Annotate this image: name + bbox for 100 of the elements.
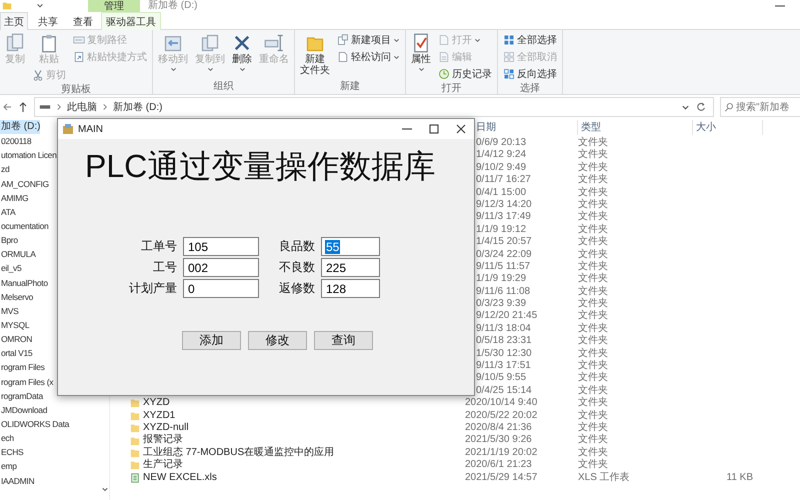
nav-item[interactable]: MVS (0, 304, 19, 318)
nav-item[interactable]: ech (0, 431, 14, 446)
file-name[interactable]: XYZD (143, 397, 170, 410)
input-field[interactable]: 105 (183, 237, 259, 256)
page-icon (438, 34, 450, 46)
action-button[interactable]: 添加 (182, 331, 241, 350)
ribbon-tab[interactable]: 主页 (0, 12, 28, 30)
folder-icon (130, 423, 140, 434)
nav-item[interactable]: ATA (0, 204, 16, 219)
caret-icon (393, 54, 400, 60)
nav-item[interactable]: AM_CONFIG (0, 176, 49, 191)
date-cell-text: 1/1/9 19:12 (475, 224, 528, 236)
file-name[interactable]: XYZD1 (143, 410, 176, 422)
field-label: 工单号 (140, 238, 177, 255)
nav-item[interactable]: 0200118 (0, 134, 32, 148)
stacked-pages-icon (200, 33, 220, 53)
column-header[interactable]: 类型 (578, 120, 693, 135)
date-cell-text: 1/1/9 19:29 (475, 273, 528, 286)
up-icon[interactable] (18, 100, 28, 112)
ribbon-button[interactable]: 全部选择 (501, 32, 559, 48)
nav-item[interactable]: rogram Files (0, 360, 45, 375)
nav-item[interactable]: Melservo (0, 290, 34, 304)
input-field[interactable]: 128 (321, 279, 380, 298)
nav-item[interactable]: AMIMG (0, 190, 28, 205)
dialog-heading: PLC通过变量操作数据库 (85, 148, 436, 184)
nav-item[interactable]: eil_v5 (0, 261, 22, 276)
input-field[interactable]: 225 (321, 258, 380, 277)
folder-icon (130, 448, 140, 458)
input-field[interactable]: 0 (183, 279, 259, 298)
new-item-icon (337, 34, 349, 46)
type-cell-text: 文件夹 (578, 372, 609, 384)
nav-item[interactable]: rogram Files (x (0, 374, 54, 389)
close-icon[interactable] (456, 124, 466, 134)
column-header[interactable]: 大小 (693, 120, 763, 135)
maximize-icon[interactable] (429, 124, 439, 134)
input-field[interactable]: 002 (183, 258, 259, 277)
caret-icon (238, 66, 246, 72)
address-bar[interactable]: 此电脑 新加卷 (D:) (34, 96, 714, 116)
input-field[interactable]: 55 (321, 237, 380, 256)
file-name[interactable]: 生产记录 (143, 459, 183, 472)
nav-item[interactable]: IAADMIN (0, 474, 34, 488)
date-cell-text: 0/11/7 16:27 (475, 174, 532, 187)
ribbon-button[interactable]: 历史记录 (436, 66, 494, 82)
type-cell-text: 文件夹 (578, 260, 609, 272)
nav-item[interactable]: ORMULA (0, 247, 36, 262)
nav-item[interactable]: rogramData (0, 388, 43, 403)
nav-item[interactable]: JMDownload (0, 402, 48, 417)
file-name[interactable]: 报警记录 (143, 434, 183, 447)
invert-selection-icon (503, 68, 515, 80)
action-button[interactable]: 查询 (314, 331, 373, 350)
ribbon-button[interactable]: 新建项目 (335, 32, 402, 48)
nav-item[interactable]: OLIDWORKS Data (0, 416, 70, 432)
file-name[interactable]: NEW EXCEL.xls (143, 472, 217, 484)
date-cell-text: 0/3/24 22:09 (475, 248, 533, 261)
type-cell-text: 文件夹 (578, 162, 609, 174)
type-cell-text: 文件夹 (578, 310, 609, 322)
date-cell-text: 2021/5/30 9:26 (465, 434, 533, 447)
field-label: 返修数 (278, 280, 315, 297)
ribbon-button[interactable]: 新建文件夹 (298, 32, 332, 77)
caret-icon (206, 66, 214, 72)
back-icon[interactable] (2, 100, 12, 112)
date-cell-text: 1/4/15 20:57 (475, 236, 533, 249)
nav-item[interactable]: OMRON (0, 332, 32, 346)
nav-item[interactable]: Bpro (0, 233, 18, 248)
chevron-icon (56, 102, 62, 110)
date-cell-text: 0/5/18 23:31 (475, 335, 533, 348)
group-label: 组织 (212, 80, 234, 94)
nav-item[interactable]: zd (0, 162, 10, 177)
nav-item[interactable]: utomation Licen (0, 148, 57, 162)
nav-item[interactable]: ocumentation (0, 218, 48, 234)
nav-item[interactable]: MYSQL (0, 318, 30, 332)
context-tab[interactable]: 管理 (88, 0, 140, 12)
nav-item[interactable]: ManualPhoto (0, 276, 48, 290)
ribbon-button[interactable]: 删除 (230, 32, 254, 73)
field-label: 工号 (152, 259, 177, 276)
nav-item[interactable]: ortal V15 (0, 346, 32, 360)
nav-item[interactable]: 加卷 (D:) (0, 120, 40, 134)
ribbon-button[interactable]: 轻松访问 (335, 49, 402, 65)
file-name[interactable]: 工业组态 77-MODBUS在暖通监控中的应用 (143, 446, 334, 460)
breadcrumb[interactable]: 此电脑 (67, 100, 97, 114)
checklist-icon (411, 33, 431, 53)
date-cell-text: 1/5/30 12:30 (475, 348, 533, 360)
ribbon-tab[interactable]: 驱动器工具 (101, 12, 161, 30)
ribbon-button[interactable]: 反向选择 (501, 66, 559, 82)
scroll-down-icon[interactable] (100, 486, 108, 492)
caret-icon[interactable] (36, 2, 44, 10)
type-cell-text: 文件夹 (578, 149, 609, 162)
ribbon-tab[interactable]: 查看 (68, 12, 98, 30)
search-field[interactable]: 搜索"新加卷 (720, 96, 800, 116)
ribbon-tab[interactable]: 共享 (33, 12, 63, 30)
refresh-icon[interactable] (695, 100, 707, 112)
ribbon-button[interactable]: 属性 (409, 32, 433, 73)
type-cell-text: 文件夹 (578, 174, 609, 186)
nav-item[interactable]: emp (0, 459, 17, 474)
breadcrumb[interactable]: 新加卷 (D:) (113, 100, 162, 114)
nav-item[interactable]: ECHS (0, 445, 24, 460)
file-name[interactable]: XYZD-null (143, 422, 189, 434)
chevron-icon (102, 102, 108, 110)
action-button[interactable]: 修改 (248, 331, 307, 350)
type-cell-text: 文件夹 (578, 322, 609, 334)
